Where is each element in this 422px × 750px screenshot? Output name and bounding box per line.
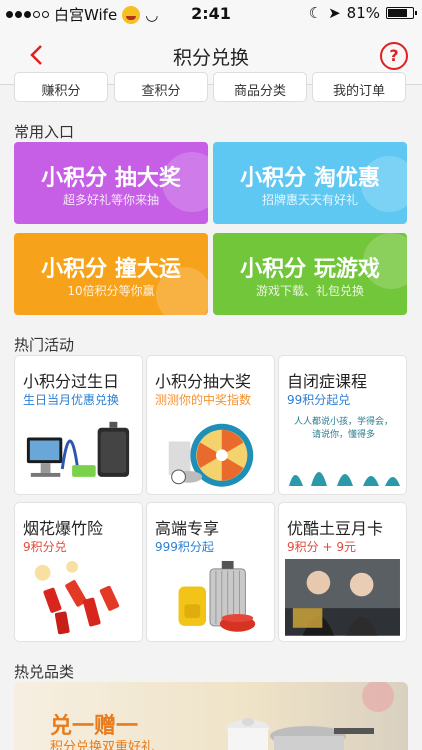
card-subtitle: 99积分起兑 xyxy=(287,393,351,407)
tab-label: 查积分 xyxy=(141,84,181,99)
entry-games[interactable]: 小积分 玩游戏 游戏下载、礼包兑换 xyxy=(213,233,407,315)
luggage-and-backpack-illustration xyxy=(178,560,256,632)
entry-subtitle: 游戏下载、礼包兑换 xyxy=(255,284,364,298)
course-art-text: 人人都说小孩，学得会，请说你，懂得多 xyxy=(293,417,393,440)
hot-categories-title: 热兑品类 xyxy=(14,663,75,681)
tab-earn-points[interactable]: 赚积分 xyxy=(14,72,108,102)
activity-card-lottery[interactable]: 小积分抽大奖 测测你的中奖指数 xyxy=(146,355,275,495)
card-title: 自闭症课程 xyxy=(287,372,368,391)
card-subtitle: 测测你的中奖指数 xyxy=(155,393,252,407)
entry-title: 小积分 淘优惠 xyxy=(240,166,380,191)
tab-row: 赚积分 查积分 商品分类 我的订单 xyxy=(14,72,408,102)
activity-card-firework-insurance[interactable]: 烟花爆竹险 9积分兑 xyxy=(14,502,143,642)
card-title: 小积分抽大奖 xyxy=(155,372,252,391)
card-subtitle: 9积分兑 xyxy=(23,540,67,554)
entry-deals[interactable]: 小积分 淘优惠 招牌惠天天有好礼 xyxy=(213,142,407,224)
card-title: 烟花爆竹险 xyxy=(23,519,104,538)
lottery-wheel-illustration xyxy=(168,423,254,487)
battery-icon xyxy=(386,7,417,19)
page-title: 积分兑换 xyxy=(172,47,249,69)
points-exchange-screen: 白宫Wife ◡ 2:41 ☾ ➤ 81% 积分兑换 ? 赚积分 查积分 商品分… xyxy=(0,0,422,750)
banner-subtitle: 积分兑换双重好礼 xyxy=(50,740,155,750)
entry-title: 小积分 撞大运 xyxy=(41,257,181,282)
card-title: 优酷土豆月卡 xyxy=(287,519,384,538)
activity-card-premium[interactable]: 高端专享 999积分起 xyxy=(146,502,275,642)
status-right: ☾ ➤ 81% xyxy=(308,4,417,22)
tab-my-orders[interactable]: 我的订单 xyxy=(312,72,406,102)
tab-label: 我的订单 xyxy=(332,84,385,99)
tab-label: 赚积分 xyxy=(41,84,81,99)
drama-poster-image xyxy=(285,559,400,636)
entry-lucky[interactable]: 小积分 撞大运 10倍积分等你赢 xyxy=(14,233,208,315)
entry-title: 小积分 抽大奖 xyxy=(41,166,181,191)
course-illustration: 人人都说小孩，学得会，请说你，懂得多 xyxy=(285,412,400,488)
entry-title: 小积分 玩游戏 xyxy=(240,257,380,282)
card-title: 小积分过生日 xyxy=(23,372,120,391)
entry-subtitle: 超多好礼等你来抽 xyxy=(62,193,159,207)
entry-subtitle: 招牌惠天天有好礼 xyxy=(261,193,358,207)
cookware-image xyxy=(226,682,394,750)
battery-percent: 81% xyxy=(346,4,380,22)
card-subtitle: 999积分起 xyxy=(155,540,214,554)
card-subtitle: 生日当月优惠兑换 xyxy=(23,393,120,407)
activity-card-birthday[interactable]: 小积分过生日 生日当月优惠兑换 xyxy=(14,355,143,495)
electronics-illustration xyxy=(26,421,130,477)
question-mark-icon: ? xyxy=(389,46,399,65)
firecracker-illustration xyxy=(34,560,120,635)
tab-categories[interactable]: 商品分类 xyxy=(213,72,307,102)
hot-activities-title: 热门活动 xyxy=(14,336,75,354)
card-subtitle: 9积分 + 9元 xyxy=(287,540,356,554)
activity-card-youku-monthly[interactable]: 优酷土豆月卡 9积分 + 9元 xyxy=(278,502,407,642)
status-bar: 白宫Wife ◡ 2:41 ☾ ➤ 81% xyxy=(0,0,422,28)
common-entries-title: 常用入口 xyxy=(14,123,75,141)
cartoon-animals-icon xyxy=(289,472,400,486)
entry-subtitle: 10倍积分等你赢 xyxy=(67,284,155,298)
location-arrow-icon: ➤ xyxy=(328,4,341,22)
moon-icon: ☾ xyxy=(308,4,323,22)
tab-label: 商品分类 xyxy=(233,84,286,99)
buy-one-get-one-banner[interactable]: 兑一赠一 积分兑换双重好礼 xyxy=(14,682,408,750)
entry-lottery[interactable]: 小积分 抽大奖 超多好礼等你来抽 xyxy=(14,142,208,224)
card-title: 高端专享 xyxy=(155,519,220,538)
help-button[interactable]: ? xyxy=(380,42,408,70)
tab-check-points[interactable]: 查积分 xyxy=(114,72,208,102)
activity-card-autism-course[interactable]: 自闭症课程 99积分起兑 人人都说小孩，学得会，请说你，懂得多 xyxy=(278,355,407,495)
